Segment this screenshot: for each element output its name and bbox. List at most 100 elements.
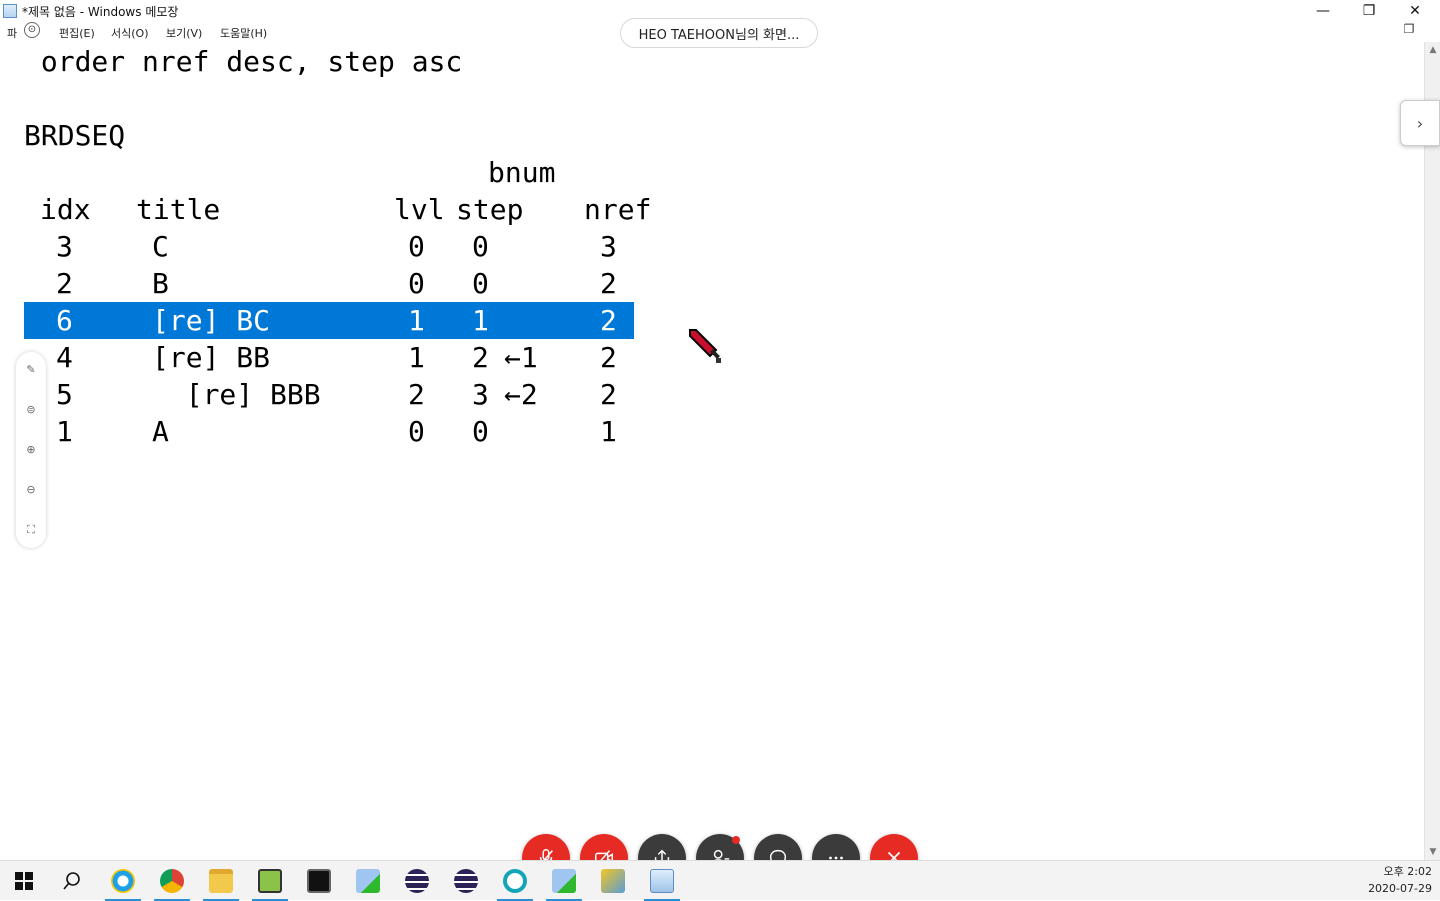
cell-idx: 1	[56, 415, 73, 448]
taskbar-internet-explorer[interactable]	[99, 861, 147, 901]
notepad-plus-icon	[258, 869, 282, 893]
eclipse-icon	[454, 869, 478, 893]
scroll-up-icon[interactable]: ▲	[1425, 42, 1440, 58]
circle-app-icon	[503, 869, 527, 893]
cell-title: B	[152, 267, 169, 300]
table-header-row: idx title lvl step nref	[24, 191, 651, 228]
media-app-icon	[356, 869, 380, 893]
cell-title: C	[152, 230, 169, 263]
taskbar-command-prompt[interactable]	[295, 861, 343, 901]
cell-idx: 4	[56, 341, 73, 374]
cell-step: 1	[472, 304, 489, 337]
notepad-icon	[3, 4, 17, 18]
cell-lvl: 1	[408, 341, 425, 374]
cell-idx: 5	[56, 378, 73, 411]
taskbar-chrome[interactable]	[148, 861, 196, 901]
cell-lvl: 0	[408, 267, 425, 300]
window-restore-icon[interactable]: ❐	[1394, 18, 1424, 40]
taskbar-notepad-plus[interactable]	[246, 861, 294, 901]
terminal-icon	[307, 869, 331, 893]
cell-title: [re] BC	[152, 304, 271, 337]
zoom-in-icon[interactable]: ⊕	[16, 440, 46, 460]
cell-note: ←1	[504, 341, 538, 374]
maximize-icon: ❐	[1362, 3, 1376, 19]
table-row: 2 B 0 0 2	[24, 265, 634, 302]
menu-file[interactable]: 파	[7, 25, 17, 41]
window-title: *제목 없음 - Windows 메모장	[22, 5, 179, 19]
info-circle-icon[interactable]: ⊙	[24, 22, 40, 38]
cell-title: [re] BBB	[152, 378, 321, 411]
annotation-toolbar: ✎ ⊜ ⊕ ⊖ ⛶	[16, 352, 46, 548]
cell-note: ←2	[504, 378, 538, 411]
chevron-right-icon: ›	[1416, 113, 1424, 133]
close-icon: ✕	[1409, 3, 1421, 19]
chrome-icon	[160, 869, 184, 893]
side-panel-expand-button[interactable]: ›	[1400, 100, 1440, 146]
cell-lvl: 0	[408, 230, 425, 263]
header-lvl: lvl	[394, 193, 445, 226]
header-bnum: bnum	[488, 156, 556, 189]
cell-nref: 2	[600, 304, 617, 337]
taskbar-notepad[interactable]	[638, 861, 686, 901]
cell-idx: 2	[56, 267, 73, 300]
taskbar-media-app-2[interactable]	[540, 861, 588, 901]
scroll-down-icon[interactable]: ▼	[1425, 844, 1440, 860]
table-row-selected: 6 [re] BC 1 1 2	[24, 302, 634, 339]
menu-help[interactable]: 도움말(H)	[220, 25, 267, 41]
cell-title: A	[152, 415, 169, 448]
menu-edit[interactable]: 편집(E)	[59, 25, 95, 41]
minimize-icon: —	[1316, 3, 1330, 19]
sword-cursor-icon	[689, 329, 721, 363]
clock-date: 2020-07-29	[1368, 882, 1432, 895]
table-row: 4 [re] BB 1 2 ←1 2	[24, 339, 634, 376]
start-button[interactable]	[0, 861, 48, 901]
taskbar: 오후 2:02 2020-07-29	[0, 860, 1440, 901]
table-row: 5 [re] BBB 2 3 ←2 2	[24, 376, 634, 413]
cell-step: 3	[472, 378, 489, 411]
cell-step: 0	[472, 230, 489, 263]
menu-format[interactable]: 서식(O)	[111, 25, 148, 41]
taskbar-file-explorer[interactable]	[197, 861, 245, 901]
taskbar-eclipse-2[interactable]	[442, 861, 490, 901]
minimize-button[interactable]: —	[1300, 0, 1346, 22]
pen-icon[interactable]: ✎	[16, 360, 46, 380]
screen-share-banner[interactable]: HEO TAEHOON님의 화면...	[620, 18, 818, 48]
cell-lvl: 0	[408, 415, 425, 448]
table-row: 3 C 0 0 3	[24, 228, 634, 265]
taskbar-app-circle[interactable]	[491, 861, 539, 901]
cell-lvl: 2	[408, 378, 425, 411]
taskbar-paint[interactable]	[589, 861, 637, 901]
menu-view[interactable]: 보기(V)	[166, 25, 202, 41]
search-button[interactable]	[48, 861, 96, 901]
clock-time: 오후 2:02	[1383, 865, 1432, 878]
header-step: step	[456, 193, 524, 226]
maximize-button[interactable]: ❐	[1346, 0, 1392, 22]
cell-step: 0	[472, 415, 489, 448]
notification-dot	[732, 836, 740, 844]
header-nref: nref	[584, 193, 652, 226]
vertical-scrollbar[interactable]: ▲ ▼	[1424, 42, 1440, 860]
system-clock[interactable]: 오후 2:02 2020-07-29	[1352, 863, 1432, 897]
cell-lvl: 1	[408, 304, 425, 337]
table-row: 1 A 0 0 1	[24, 413, 634, 450]
fit-screen-icon[interactable]: ⛶	[16, 520, 46, 540]
taskbar-eclipse-1[interactable]	[393, 861, 441, 901]
cell-nref: 2	[600, 378, 617, 411]
cell-title: [re] BB	[152, 341, 271, 374]
cell-nref: 2	[600, 341, 617, 374]
paint-icon	[601, 869, 625, 893]
cell-idx: 3	[56, 230, 73, 263]
table-name: BRDSEQ	[24, 119, 126, 152]
query-line: order nref desc, step asc	[24, 45, 463, 78]
header-idx: idx	[40, 193, 91, 226]
notepad-icon	[650, 869, 674, 893]
zoom-out-icon[interactable]: ⊖	[16, 480, 46, 500]
taskbar-media-app[interactable]	[344, 861, 392, 901]
search-icon	[63, 872, 80, 890]
text-editor[interactable]: order nref desc, step asc BRDSEQ bnum id…	[0, 42, 1424, 860]
cell-nref: 1	[600, 415, 617, 448]
cell-step: 0	[472, 267, 489, 300]
folder-icon	[209, 869, 233, 893]
remote-control-icon[interactable]: ⊜	[16, 400, 46, 420]
windows-logo-icon	[15, 872, 33, 890]
